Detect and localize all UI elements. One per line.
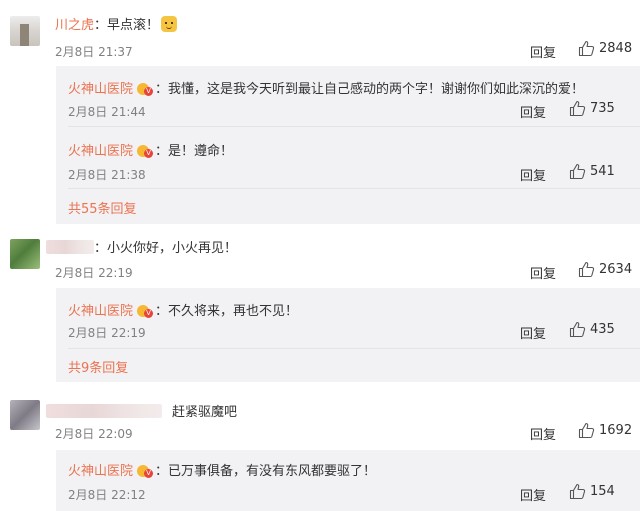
verified-badge-icon: V bbox=[137, 144, 154, 158]
username-link[interactable]: 火神山医院 bbox=[68, 304, 133, 319]
comment-text: ：早点滚！ bbox=[94, 18, 160, 33]
comment-time: 2月8日 22:19 bbox=[55, 266, 133, 280]
reply-button[interactable]: 回复 bbox=[520, 323, 546, 342]
reply-list: 火神山医院 V ：我懂，这是我今天听到最让自己感动的两个字！谢谢你们如此深沉的爱！ … bbox=[56, 66, 640, 224]
reply-text: ：不久将来，再也不见！ bbox=[155, 304, 299, 319]
reply-text: ：是！遵命！ bbox=[155, 144, 234, 159]
verified-badge-icon: V bbox=[137, 304, 154, 318]
reply-item: 火神山医院 V ：不久将来，再也不见！ 2月8日 22:19 回复 435 bbox=[56, 288, 640, 350]
like-count: 2634 bbox=[599, 262, 633, 277]
comment-item: ：小火你好，小火再见！ 2月8日 22:19 回复 2634 火神山医院 V ：不久… bbox=[0, 232, 640, 382]
like-button[interactable]: 2848 bbox=[578, 40, 632, 57]
like-button[interactable]: 2634 bbox=[578, 261, 632, 278]
reply-item: 火神山医院 V ：已万事俱备，有没有东风都要驱了！ 2月8日 22:12 回复 15… bbox=[56, 450, 640, 511]
more-replies-link[interactable]: 共55条回复 bbox=[68, 198, 137, 217]
reply-time: 2月8日 22:12 bbox=[68, 488, 146, 502]
divider bbox=[68, 188, 640, 189]
like-button[interactable]: 735 bbox=[569, 100, 615, 117]
comment-time: 2月8日 22:09 bbox=[55, 427, 133, 441]
avatar[interactable] bbox=[10, 239, 40, 269]
like-button[interactable]: 541 bbox=[569, 163, 615, 180]
reply-button[interactable]: 回复 bbox=[530, 424, 556, 443]
username-link[interactable]: 火神山医院 bbox=[68, 464, 133, 479]
username-link[interactable]: 川之虎 bbox=[55, 18, 94, 33]
username-link[interactable] bbox=[46, 404, 162, 418]
more-replies-link[interactable]: 共9条回复 bbox=[68, 357, 128, 376]
thumbs-up-icon bbox=[569, 100, 586, 117]
thumbs-up-icon bbox=[569, 321, 586, 338]
doge-emoji-icon bbox=[161, 16, 178, 32]
divider bbox=[68, 348, 640, 349]
thumbs-up-icon bbox=[569, 163, 586, 180]
reply-time: 2月8日 22:19 bbox=[68, 326, 146, 340]
reply-item: 火神山医院 V ：我懂，这是我今天听到最让自己感动的两个字！谢谢你们如此深沉的爱！ … bbox=[56, 66, 640, 128]
thumbs-up-icon bbox=[569, 483, 586, 500]
comment-item: 赶紧驱魔吧 2月8日 22:09 回复 1692 火神山医院 V ：已万事俱备，有没… bbox=[0, 392, 640, 511]
like-count: 154 bbox=[590, 484, 615, 499]
reply-text: ：已万事俱备，有没有东风都要驱了！ bbox=[155, 464, 377, 479]
like-count: 1692 bbox=[599, 423, 633, 438]
thumbs-up-icon bbox=[578, 422, 595, 439]
divider bbox=[68, 126, 640, 127]
username-link[interactable]: 火神山医院 bbox=[68, 82, 133, 97]
like-count: 435 bbox=[590, 322, 615, 337]
reply-button[interactable]: 回复 bbox=[530, 263, 556, 282]
comment-text: ：小火你好，小火再见！ bbox=[94, 241, 238, 256]
verified-badge-icon: V bbox=[137, 82, 154, 96]
like-button[interactable]: 435 bbox=[569, 321, 615, 338]
like-button[interactable]: 1692 bbox=[578, 422, 632, 439]
reply-text: ：我懂，这是我今天听到最让自己感动的两个字！谢谢你们如此深沉的爱！ bbox=[155, 82, 585, 97]
reply-button[interactable]: 回复 bbox=[520, 485, 546, 504]
reply-time: 2月8日 21:38 bbox=[68, 168, 146, 182]
avatar[interactable] bbox=[10, 400, 40, 430]
comment-time: 2月8日 21:37 bbox=[55, 45, 133, 59]
like-button[interactable]: 154 bbox=[569, 483, 615, 500]
reply-time: 2月8日 21:44 bbox=[68, 105, 146, 119]
avatar[interactable] bbox=[10, 16, 40, 46]
comment-item: 川之虎：早点滚！ 2月8日 21:37 回复 2848 火神山医院 V ：我懂，这是… bbox=[0, 0, 640, 232]
reply-item: 火神山医院 V ：是！遵命！ 2月8日 21:38 回复 541 bbox=[56, 128, 640, 190]
thumbs-up-icon bbox=[578, 40, 595, 57]
like-count: 2848 bbox=[599, 41, 633, 56]
reply-list: 火神山医院 V ：已万事俱备，有没有东风都要驱了！ 2月8日 22:12 回复 15… bbox=[56, 450, 640, 511]
comment-text: 赶紧驱魔吧 bbox=[172, 405, 238, 420]
reply-button[interactable]: 回复 bbox=[520, 102, 546, 121]
verified-badge-icon: V bbox=[137, 464, 154, 478]
reply-list: 火神山医院 V ：不久将来，再也不见！ 2月8日 22:19 回复 435 共9条回… bbox=[56, 288, 640, 382]
username-link[interactable] bbox=[46, 240, 94, 254]
thumbs-up-icon bbox=[578, 261, 595, 278]
like-count: 541 bbox=[590, 164, 615, 179]
username-link[interactable]: 火神山医院 bbox=[68, 144, 133, 159]
reply-button[interactable]: 回复 bbox=[520, 165, 546, 184]
like-count: 735 bbox=[590, 101, 615, 116]
reply-button[interactable]: 回复 bbox=[530, 42, 556, 61]
